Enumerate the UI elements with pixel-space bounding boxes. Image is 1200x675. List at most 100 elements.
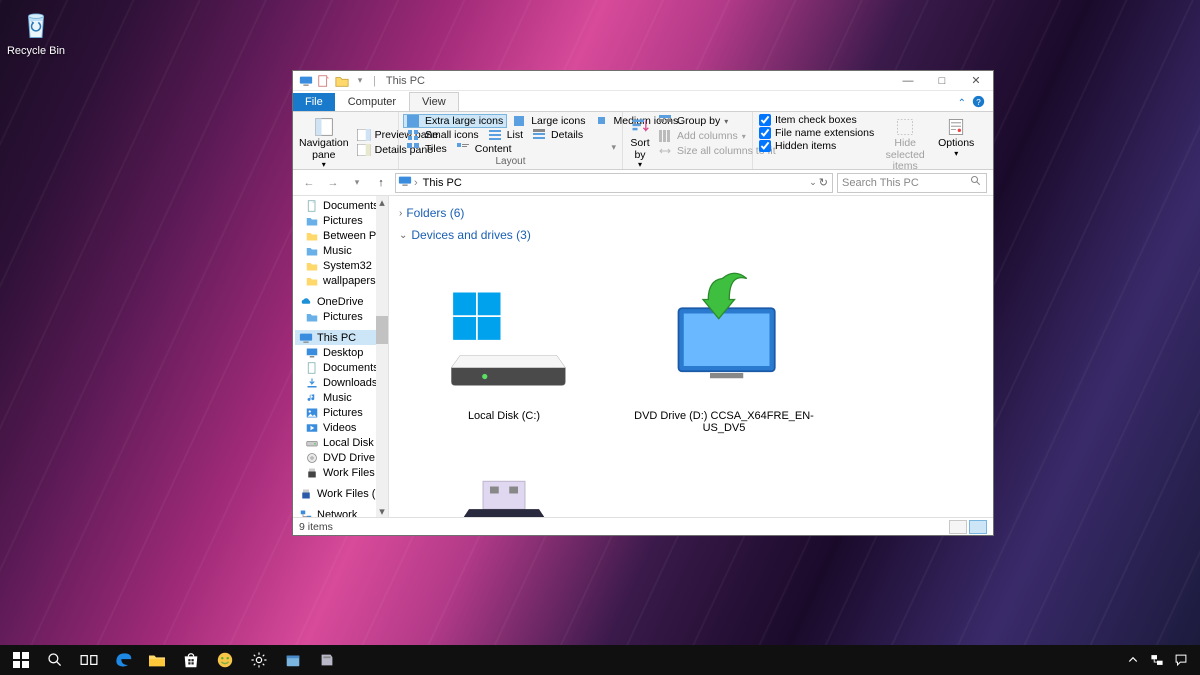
drive-dvd-d[interactable]: DVD Drive (D:) CCSA_X64FRE_EN-US_DV5 xyxy=(629,256,819,434)
nav-videos[interactable]: Videos xyxy=(295,420,388,435)
edge-button[interactable] xyxy=(106,645,140,675)
folder-icon xyxy=(305,274,319,288)
nav-onedrive-pictures[interactable]: Pictures xyxy=(295,309,388,324)
nav-system32[interactable]: System32 xyxy=(295,258,388,273)
tab-file[interactable]: File xyxy=(293,93,335,111)
recent-locations-button[interactable]: ▾ xyxy=(347,173,367,193)
extra-large-icon xyxy=(407,115,421,127)
nav-music[interactable]: Music xyxy=(295,243,388,258)
layout-tiles[interactable]: Tiles xyxy=(403,142,451,156)
nav-scroll-up[interactable]: ▴ xyxy=(376,196,388,208)
hidden-items[interactable]: Hidden items xyxy=(757,140,876,152)
preview-pane-icon xyxy=(357,129,371,141)
tab-computer[interactable]: Computer xyxy=(335,92,409,111)
search-placeholder: Search This PC xyxy=(842,177,919,189)
maximize-button[interactable]: □ xyxy=(925,71,959,91)
quick-properties-icon[interactable] xyxy=(317,74,331,88)
nav-between-pcs[interactable]: Between PCs xyxy=(295,228,388,243)
taskbar-app-emoji[interactable] xyxy=(208,645,242,675)
tray-action-center-icon[interactable] xyxy=(1172,651,1190,669)
nav-documents[interactable]: Documents xyxy=(295,198,388,213)
breadcrumb-thispc[interactable]: This PC xyxy=(420,177,465,189)
ribbon-collapse-icon[interactable]: ⌃ xyxy=(958,98,966,109)
group-folders[interactable]: › Folders (6) xyxy=(399,202,983,224)
document-icon xyxy=(305,199,319,213)
options-button[interactable]: Options▾ xyxy=(934,114,978,175)
quick-new-folder-icon[interactable] xyxy=(335,74,349,88)
nav-scrollbar[interactable] xyxy=(376,196,388,517)
details-icon xyxy=(533,129,547,141)
nav-music2[interactable]: Music xyxy=(295,390,388,405)
address-bar[interactable]: › This PC ⌄ ↻ xyxy=(395,173,833,193)
nav-downloads[interactable]: Downloads xyxy=(295,375,388,390)
layout-details[interactable]: Details xyxy=(529,128,587,142)
navigation-pane[interactable]: Documents Pictures Between PCs Music Sys… xyxy=(293,196,389,517)
tiles-icon xyxy=(407,143,421,155)
quick-customize-icon[interactable]: ▾ xyxy=(353,74,367,88)
refresh-icon[interactable]: ↻ xyxy=(819,176,828,189)
task-view-button[interactable] xyxy=(72,645,106,675)
taskbar-app-1[interactable] xyxy=(276,645,310,675)
up-button[interactable]: ↑ xyxy=(371,173,391,193)
title-bar[interactable]: ▾ | This PC — □ ✕ xyxy=(293,71,993,91)
layout-more-icon[interactable]: ▾ xyxy=(611,142,618,156)
back-button[interactable]: ← xyxy=(299,173,319,193)
nav-pictures2[interactable]: Pictures xyxy=(295,405,388,420)
nav-work-files-root[interactable]: Work Files (E:) xyxy=(295,486,388,501)
search-button[interactable] xyxy=(38,645,72,675)
options-icon xyxy=(945,116,967,138)
nav-scroll-down[interactable]: ▾ xyxy=(376,505,388,517)
navigation-pane-icon xyxy=(313,116,335,138)
tab-view[interactable]: View xyxy=(409,92,459,111)
nav-scroll-thumb[interactable] xyxy=(376,316,388,344)
minimize-button[interactable]: — xyxy=(891,71,925,91)
close-button[interactable]: ✕ xyxy=(959,71,993,91)
large-icon xyxy=(513,115,527,127)
layout-content[interactable]: Content xyxy=(453,142,516,156)
layout-small[interactable]: Small icons xyxy=(403,128,483,142)
taskbar-app-2[interactable] xyxy=(310,645,344,675)
nav-this-pc[interactable]: This PC xyxy=(295,330,388,345)
nav-network[interactable]: Network xyxy=(295,507,388,517)
content-pane[interactable]: › Folders (6) ⌄ Devices and drives (3) xyxy=(389,196,993,517)
file-name-extensions[interactable]: File name extensions xyxy=(757,127,876,139)
nav-pictures[interactable]: Pictures xyxy=(295,213,388,228)
music-icon xyxy=(305,391,319,405)
address-dropdown-icon[interactable]: ⌄ xyxy=(809,177,817,188)
forward-button[interactable]: → xyxy=(323,173,343,193)
tray-chevron-up-icon[interactable] xyxy=(1124,651,1142,669)
start-button[interactable] xyxy=(4,645,38,675)
folder-icon xyxy=(305,229,319,243)
group-drives[interactable]: ⌄ Devices and drives (3) xyxy=(399,224,983,246)
usb-icon xyxy=(299,487,313,501)
file-explorer-button[interactable] xyxy=(140,645,174,675)
layout-extra-large[interactable]: Extra large icons xyxy=(403,114,507,128)
sort-by-button[interactable]: Sort by▾ xyxy=(627,114,653,172)
nav-onedrive[interactable]: OneDrive xyxy=(295,294,388,309)
item-check-boxes[interactable]: Item check boxes xyxy=(757,114,876,126)
pictures-icon xyxy=(305,406,319,420)
layout-list[interactable]: List xyxy=(485,128,527,142)
nav-wallpapers[interactable]: wallpapers xyxy=(295,273,388,288)
search-box[interactable]: Search This PC xyxy=(837,173,987,193)
nav-documents2[interactable]: Documents xyxy=(295,360,388,375)
nav-local-disk[interactable]: Local Disk (C:) xyxy=(295,435,388,450)
recycle-bin-label: Recycle Bin xyxy=(7,45,65,57)
drive-work-files-e[interactable]: Work Files (E:) xyxy=(409,464,599,517)
content-icon xyxy=(457,143,471,155)
help-icon[interactable]: ? xyxy=(972,95,985,111)
layout-large[interactable]: Large icons xyxy=(509,114,589,128)
drive-local-disk-c[interactable]: Local Disk (C:) xyxy=(409,256,599,434)
file-explorer-window: ▾ | This PC — □ ✕ File Computer View ⌃ ? xyxy=(292,70,994,536)
nav-dvd-drive[interactable]: DVD Drive (D:) C xyxy=(295,450,388,465)
tray-network-icon[interactable] xyxy=(1148,651,1166,669)
view-details-button[interactable] xyxy=(949,520,967,534)
navigation-pane-button[interactable]: Navigation pane▾ xyxy=(297,114,351,172)
view-large-icons-button[interactable] xyxy=(969,520,987,534)
recycle-bin[interactable]: Recycle Bin xyxy=(6,6,66,57)
nav-desktop[interactable]: Desktop xyxy=(295,345,388,360)
settings-button[interactable] xyxy=(242,645,276,675)
hard-drive-icon xyxy=(429,256,579,406)
nav-work-files[interactable]: Work Files (E:) xyxy=(295,465,388,480)
store-button[interactable] xyxy=(174,645,208,675)
